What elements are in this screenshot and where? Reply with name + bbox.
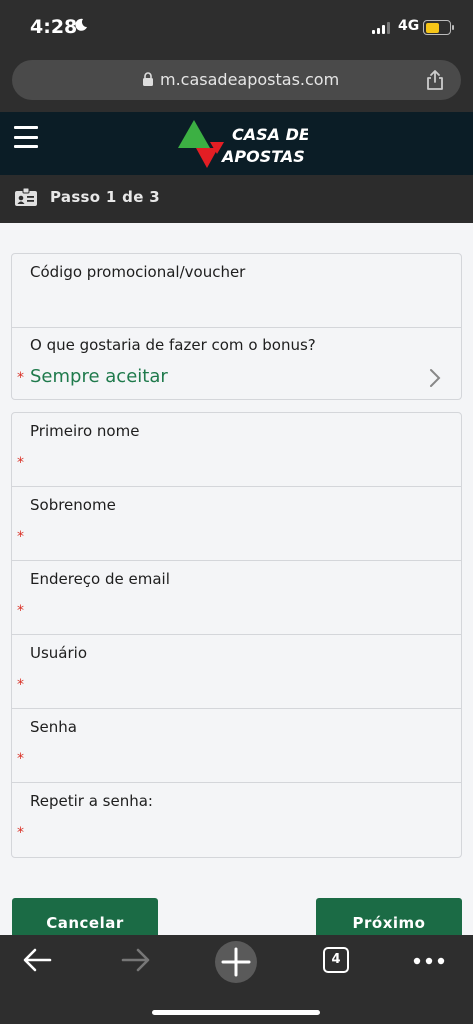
- svg-text:CASA DE: CASA DE: [232, 125, 308, 144]
- first-name-field[interactable]: Primeiro nome *: [12, 413, 461, 487]
- site-logo[interactable]: CASA DE APOSTAS: [176, 118, 310, 170]
- next-button[interactable]: Próximo: [316, 898, 462, 938]
- required-mark: *: [17, 677, 24, 693]
- site-header: CASA DE APOSTAS: [0, 112, 473, 175]
- personal-info-card: Primeiro nome * Sobrenome * Endereço de …: [11, 412, 462, 858]
- confirm-password-field[interactable]: Repetir a senha: *: [12, 783, 461, 857]
- browser-chrome: m.casadeapostas.com: [0, 56, 473, 112]
- browser-toolbar: 4: [0, 935, 473, 1024]
- step-indicator: Passo 1 de 3: [50, 188, 160, 206]
- username-field[interactable]: Usuário *: [12, 635, 461, 709]
- svg-text:APOSTAS: APOSTAS: [220, 147, 305, 166]
- last-name-label: Sobrenome: [30, 496, 116, 514]
- password-label: Senha: [30, 718, 77, 736]
- email-field[interactable]: Endereço de email *: [12, 561, 461, 635]
- last-name-field[interactable]: Sobrenome *: [12, 487, 461, 561]
- id-card-icon: [15, 187, 37, 206]
- status-bar: 4:28 4G: [0, 0, 473, 56]
- password-field[interactable]: Senha *: [12, 709, 461, 783]
- required-mark: *: [17, 455, 24, 471]
- share-icon[interactable]: [425, 69, 445, 91]
- more-options-icon[interactable]: [413, 957, 445, 965]
- bonus-select[interactable]: O que gostaria de fazer com o bonus? * S…: [12, 328, 461, 400]
- promo-code-label: Código promocional/voucher: [30, 263, 246, 281]
- bonus-value: Sempre aceitar: [30, 366, 168, 387]
- confirm-password-label: Repetir a senha:: [30, 792, 153, 810]
- signal-icon: [372, 22, 390, 34]
- home-indicator[interactable]: [152, 1010, 320, 1015]
- cancel-button[interactable]: Cancelar: [12, 898, 158, 938]
- moon-icon: [75, 18, 87, 31]
- tab-switcher-button[interactable]: 4: [323, 947, 349, 973]
- promo-card: Código promocional/voucher O que gostari…: [11, 253, 462, 400]
- battery-icon: [423, 20, 451, 35]
- url-text: m.casadeapostas.com: [160, 70, 340, 89]
- forward-arrow-icon[interactable]: [121, 947, 151, 973]
- address-bar[interactable]: m.casadeapostas.com: [12, 60, 461, 100]
- required-mark: *: [17, 825, 24, 841]
- chevron-right-icon: [430, 369, 441, 387]
- step-bar: Passo 1 de 3: [0, 175, 473, 223]
- username-label: Usuário: [30, 644, 88, 662]
- network-type: 4G: [398, 18, 420, 34]
- hamburger-menu-icon[interactable]: [14, 126, 38, 148]
- lock-icon: [143, 72, 153, 86]
- bonus-label: O que gostaria de fazer com o bonus?: [30, 336, 316, 354]
- back-arrow-icon[interactable]: [22, 947, 52, 973]
- required-mark: *: [17, 370, 24, 386]
- first-name-label: Primeiro nome: [30, 422, 140, 440]
- status-time: 4:28: [30, 16, 78, 38]
- required-mark: *: [17, 529, 24, 545]
- required-mark: *: [17, 751, 24, 767]
- plus-icon: [221, 947, 251, 977]
- email-label: Endereço de email: [30, 570, 170, 588]
- registration-form: Código promocional/voucher O que gostari…: [0, 223, 473, 938]
- promo-code-field[interactable]: Código promocional/voucher: [12, 254, 461, 328]
- new-tab-button[interactable]: [215, 941, 257, 983]
- required-mark: *: [17, 603, 24, 619]
